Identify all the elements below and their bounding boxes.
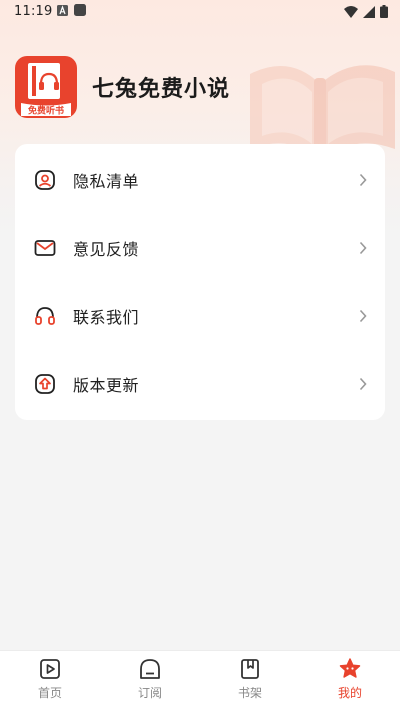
tab-home[interactable]: 首页 xyxy=(0,651,100,713)
home-play-icon xyxy=(40,659,60,679)
book-logo-icon: 免费听书 xyxy=(15,56,77,118)
update-arrow-icon xyxy=(35,374,55,394)
bottom-tab-bar: 首页 订阅 书架 我的 xyxy=(0,650,400,713)
menu-item-feedback[interactable]: 意见反馈 xyxy=(15,214,385,282)
tab-subscribe[interactable]: 订阅 xyxy=(100,651,200,713)
chevron-right-icon xyxy=(359,173,367,187)
tab-label: 订阅 xyxy=(137,686,162,700)
headset-icon xyxy=(35,307,55,325)
bookshelf-icon xyxy=(241,659,259,679)
square-notification-icon xyxy=(74,4,86,16)
app-header: 免费听书 七兔免费小说 xyxy=(15,56,230,118)
tab-label: 书架 xyxy=(237,686,262,700)
tab-label: 我的 xyxy=(337,686,362,700)
app-logo: 免费听书 xyxy=(15,56,77,118)
privacy-shield-icon xyxy=(35,170,55,190)
menu-label: 隐私清单 xyxy=(73,172,140,191)
mail-icon xyxy=(34,240,56,256)
menu-item-version-update[interactable]: 版本更新 xyxy=(15,350,385,418)
app-name: 七兔免费小说 xyxy=(92,77,231,102)
chevron-right-icon xyxy=(359,241,367,255)
tab-label: 首页 xyxy=(37,686,62,700)
profile-star-icon xyxy=(339,658,361,678)
menu-label: 联系我们 xyxy=(73,308,140,327)
a-notification-icon xyxy=(57,4,68,16)
tab-profile[interactable]: 我的 xyxy=(300,651,400,713)
menu-label: 版本更新 xyxy=(73,376,140,395)
menu-label: 意见反馈 xyxy=(73,240,140,259)
wifi-icon xyxy=(344,5,358,18)
chevron-right-icon xyxy=(359,309,367,323)
menu-item-privacy-list[interactable]: 隐私清单 xyxy=(15,146,385,214)
subscribe-icon xyxy=(140,659,160,679)
menu-card: 隐私清单 意见反馈 联系我们 版本更新 xyxy=(15,144,385,420)
battery-icon xyxy=(380,5,388,18)
chevron-right-icon xyxy=(359,377,367,391)
logo-text: 免费听书 xyxy=(28,105,64,117)
status-time: 11:19 xyxy=(14,4,53,19)
status-bar: 11:19 xyxy=(0,0,400,24)
menu-item-contact-us[interactable]: 联系我们 xyxy=(15,282,385,350)
signal-icon xyxy=(363,5,375,18)
tab-bookshelf[interactable]: 书架 xyxy=(200,651,300,713)
